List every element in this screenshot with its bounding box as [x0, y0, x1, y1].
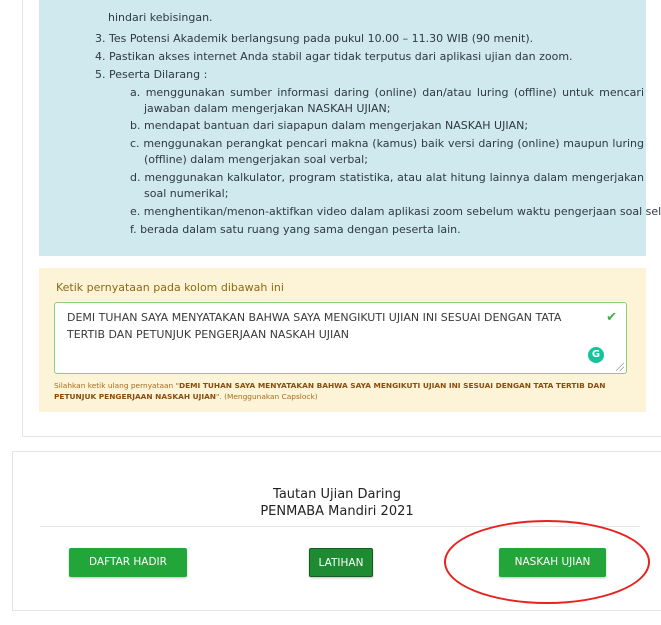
hint-prefix: Silahkan ketik ulang pernyataan " [54, 381, 179, 390]
statement-textarea[interactable]: DEMI TUHAN SAYA MENYATAKAN BAHWA SAYA ME… [54, 302, 627, 374]
hint-suffix: ". (Menggunakan Capslock) [216, 392, 318, 401]
statement-value: DEMI TUHAN SAYA MENYATAKAN BAHWA SAYA ME… [67, 311, 562, 341]
naskah-ujian-button[interactable]: NASKAH UJIAN [499, 548, 606, 577]
resize-handle-icon[interactable] [616, 363, 624, 371]
divider [40, 526, 640, 527]
rule-item-5: 5. Peserta Dilarang : [95, 68, 208, 81]
exam-links-card: Tautan Ujian Daring PENMABA Mandiri 2021… [12, 451, 661, 611]
rule-sub-c: c. menggunakan perangkat pencari makna (… [130, 137, 644, 166]
daftar-hadir-button[interactable]: DAFTAR HADIR [69, 548, 187, 577]
exam-links-title-line2: PENMABA Mandiri 2021 [260, 504, 414, 519]
grammarly-icon[interactable]: G [588, 347, 604, 363]
rule-sub-d: d. menggunakan kalkulator, program stati… [130, 171, 644, 200]
statement-box: Ketik pernyataan pada kolom dibawah ini … [39, 268, 646, 412]
rules-info-box: hindari kebisingan. 3. Tes Potensi Akade… [39, 0, 661, 256]
rule-item-3: 3. Tes Potensi Akademik berlangsung pada… [95, 32, 534, 45]
rule-sub-f: f. berada dalam satu ruang yang sama den… [130, 223, 461, 236]
latihan-button[interactable]: LATIHAN [309, 548, 373, 577]
exam-links-title-line1: Tautan Ujian Daring [273, 487, 401, 502]
statement-label: Ketik pernyataan pada kolom dibawah ini [56, 281, 284, 294]
rule-sub-a: a. menggunakan sumber informasi daring (… [130, 86, 644, 115]
check-icon: ✔ [606, 310, 617, 325]
statement-hint: Silahkan ketik ulang pernyataan "DEMI TU… [54, 380, 634, 402]
rule-line-top: hindari kebisingan. [108, 11, 213, 24]
rule-sub-e: e. menghentikan/menon-aktifkan video dal… [130, 205, 661, 218]
exam-links-title: Tautan Ujian Daring PENMABA Mandiri 2021 [13, 486, 661, 520]
rule-sub-b: b. mendapat bantuan dari siapapun dalam … [130, 119, 529, 132]
rule-item-4: 4. Pastikan akses internet Anda stabil a… [95, 50, 573, 63]
